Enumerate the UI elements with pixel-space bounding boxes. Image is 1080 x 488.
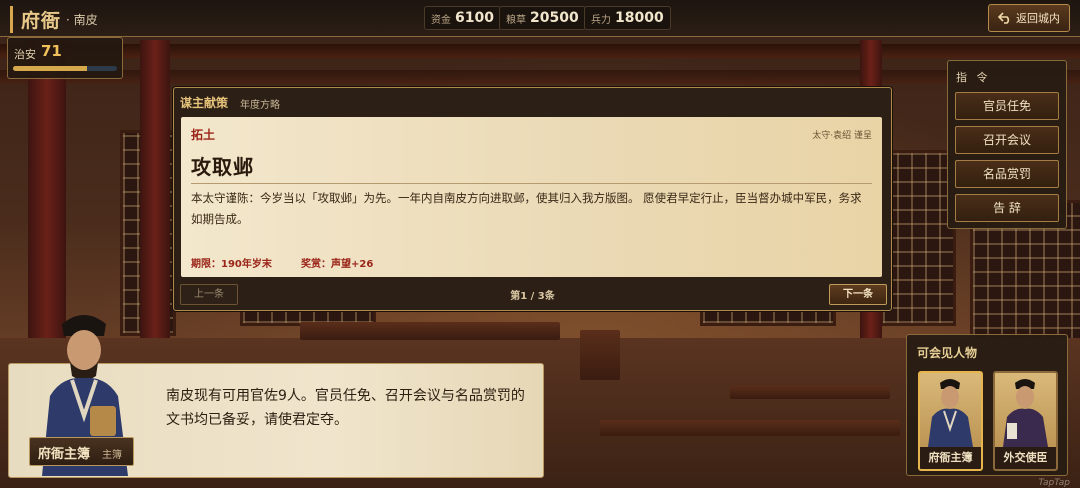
visitor-card-secretary[interactable]: 府衙主簿 <box>918 371 983 471</box>
resource-label: 资金 <box>431 14 451 26</box>
strategy-header: 谋主献策 <box>180 96 229 110</box>
appoint-officials-button[interactable]: 官员任免 <box>955 92 1059 120</box>
public-order-panel: 治安 71 <box>7 37 123 79</box>
resource-label: 粮草 <box>506 14 526 26</box>
resource-value: 20500 <box>530 10 579 26</box>
take-leave-button[interactable]: 告 辞 <box>955 194 1059 222</box>
visitors-panel: 可会见人物 府衙主簿 外交使臣 <box>906 334 1068 476</box>
return-label: 返回城内 <box>1016 12 1060 25</box>
next-proposal-button[interactable]: 下一条 <box>829 284 887 305</box>
visitor-card-envoy[interactable]: 外交使臣 <box>993 371 1058 471</box>
top-bar: 府衙 · 南皮 资金 6100 粮草 20500 兵力 18000 返回城内 <box>0 0 1080 37</box>
envoy-portrait <box>1003 379 1048 447</box>
secretary-portrait <box>928 379 973 447</box>
city-name: · 南皮 <box>66 13 98 27</box>
command-header: 指 令 <box>956 71 991 84</box>
page-title: 府衙 <box>10 6 61 33</box>
resource-value: 18000 <box>615 10 664 26</box>
command-panel: 指 令 官员任免 召开会议 名品赏罚 告 辞 <box>947 60 1067 229</box>
proposal-signature: 太守·袁绍 谨呈 <box>812 131 872 141</box>
order-value: 71 <box>41 42 62 60</box>
watermark: TapTap <box>1038 478 1070 488</box>
visitors-header: 可会见人物 <box>917 346 978 360</box>
proposal-reward: 奖赏：声望+26 <box>301 259 374 270</box>
strategy-panel: 谋主献策 年度方略 拓土 太守·袁绍 谨呈 攻取邺 本太守谨陈：今岁当以「攻取邺… <box>173 87 892 311</box>
return-to-city-button[interactable]: 返回城内 <box>988 4 1070 32</box>
order-progress-fill <box>13 66 87 71</box>
resource-value: 6100 <box>455 10 494 26</box>
speaker-nameplate: 府衙主簿 主簿 <box>29 437 134 466</box>
resource-label: 兵力 <box>591 14 611 26</box>
visitor-name: 外交使臣 <box>995 447 1056 469</box>
proposal-body: 本太守谨陈：今岁当以「攻取邺」为先。一年内自南皮方向进取邺，使其归入我方版图。 … <box>191 191 862 226</box>
proposal-title: 攻取邺 <box>191 155 254 179</box>
order-label: 治安 <box>14 48 36 61</box>
rewards-punishments-button[interactable]: 名品赏罚 <box>955 160 1059 188</box>
speaker-name: 府衙主簿 <box>38 447 91 462</box>
speaker-role: 主簿 <box>102 450 122 461</box>
page-indicator: 第1 / 3条 <box>510 291 555 302</box>
proposal-category: 拓土 <box>191 128 216 142</box>
strategy-subheader: 年度方略 <box>240 100 280 111</box>
order-progress-bar <box>13 66 117 71</box>
hold-council-button[interactable]: 召开会议 <box>955 126 1059 154</box>
divider <box>191 183 872 184</box>
proposal-deadline: 期限：190年岁末 <box>191 259 272 270</box>
resource-grain: 粮草 20500 <box>499 6 586 30</box>
return-arrow-icon <box>998 12 1010 24</box>
dialogue-text: 南皮现有可用官佐9人。官员任免、召开会议与名品赏罚的文书均已备妥，请使君定夺。 <box>166 388 525 428</box>
resource-troops: 兵力 18000 <box>584 6 671 30</box>
resource-funds: 资金 6100 <box>424 6 501 30</box>
visitor-name: 府衙主簿 <box>920 447 981 469</box>
proposal-document: 拓土 太守·袁绍 谨呈 攻取邺 本太守谨陈：今岁当以「攻取邺」为先。一年内自南皮… <box>181 117 882 277</box>
